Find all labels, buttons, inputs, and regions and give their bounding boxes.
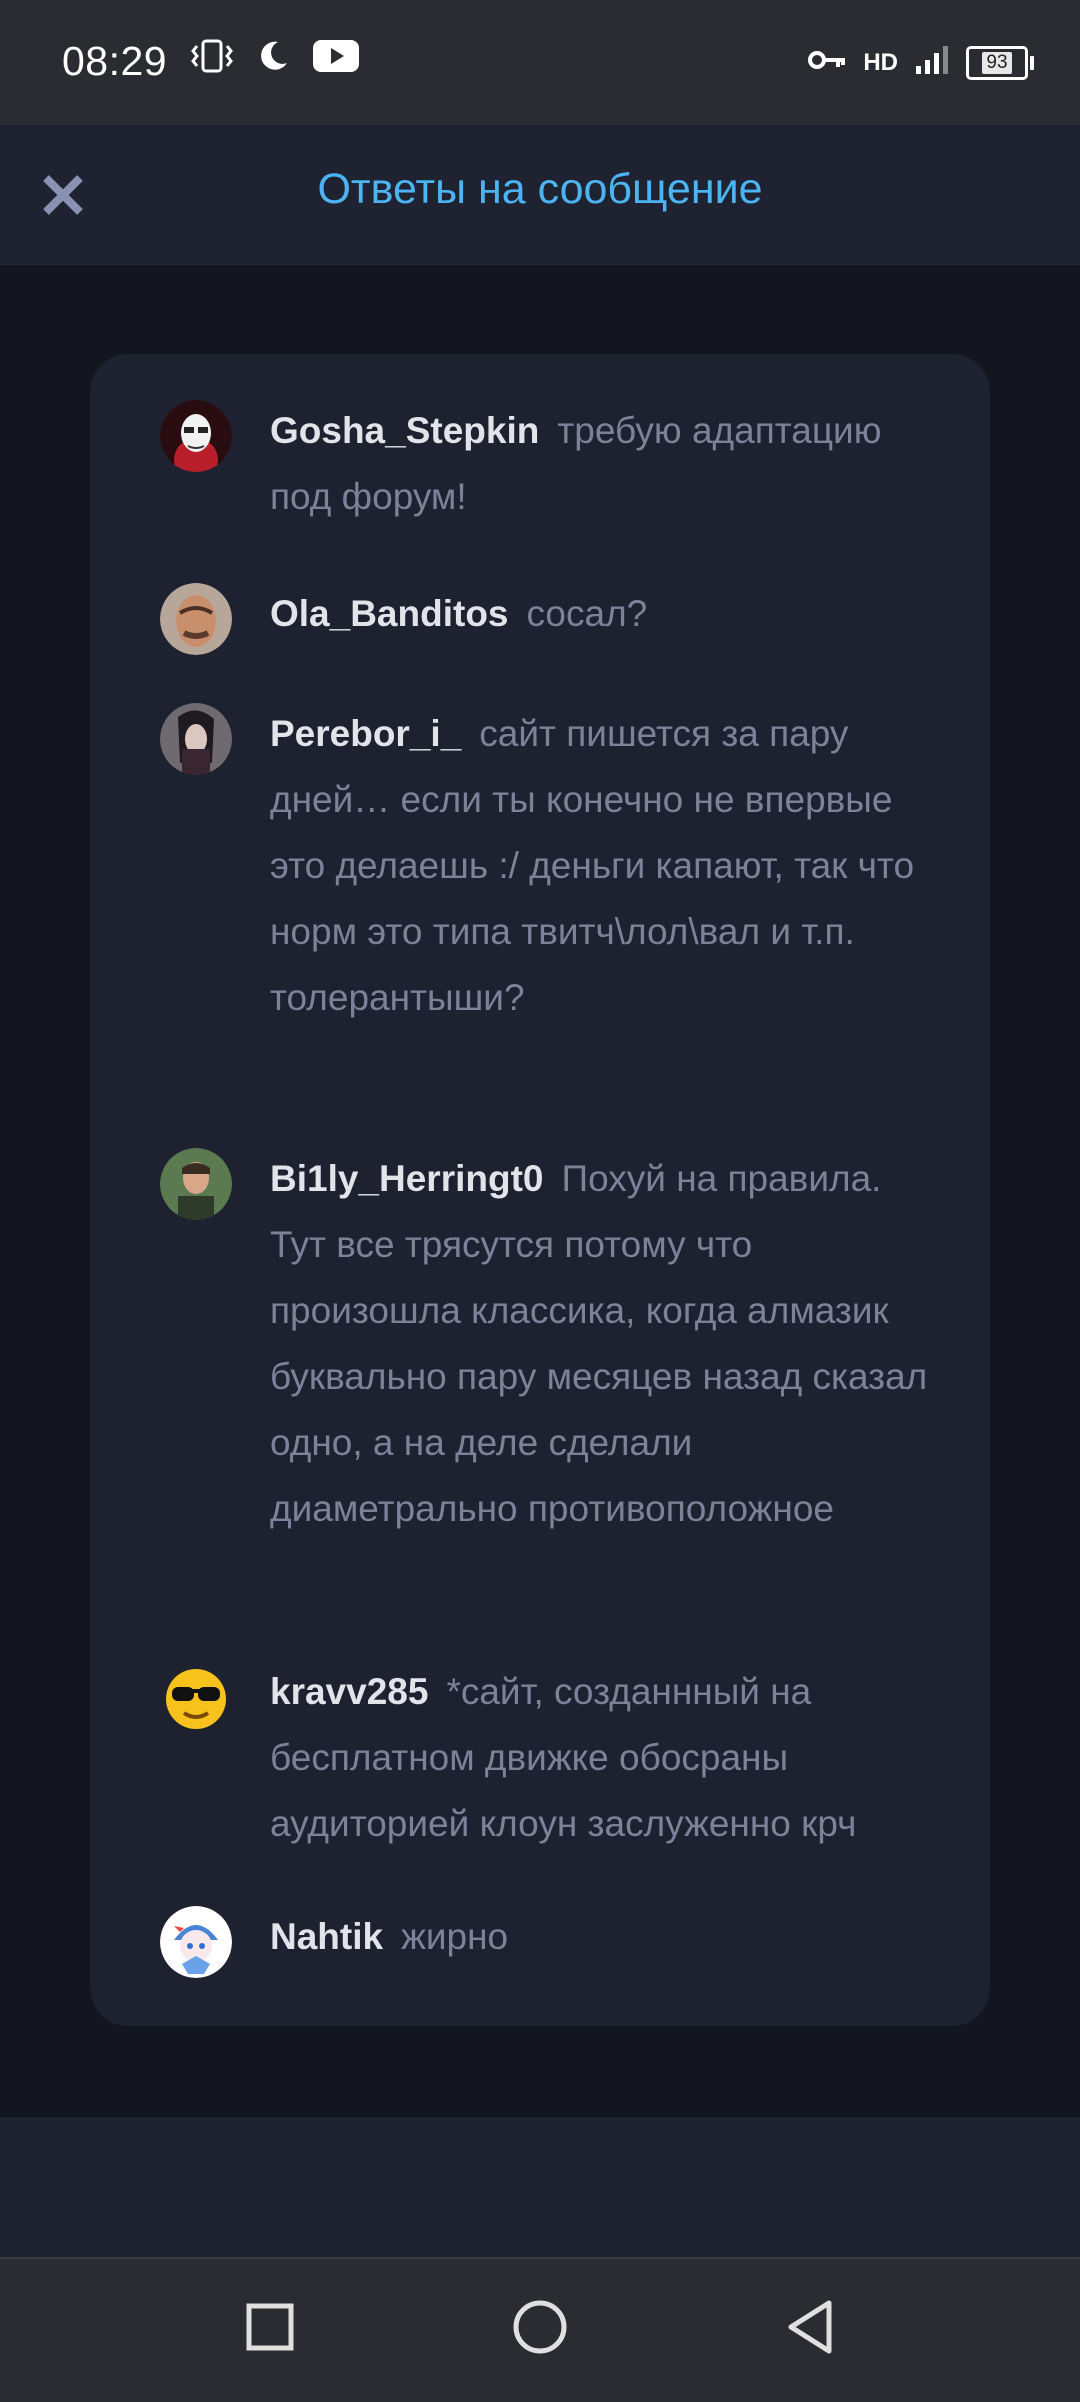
battery-level: 93 — [982, 51, 1012, 74]
home-button[interactable] — [508, 2295, 572, 2359]
network-type: HD — [863, 48, 898, 76]
home-icon — [513, 2300, 567, 2354]
reply-author[interactable]: Gosha_Stepkin — [270, 410, 539, 451]
avatar[interactable] — [160, 1148, 232, 1220]
reply-text: Perebor_i_ сайт пишется за пару дней… есл… — [270, 701, 930, 1031]
back-icon — [788, 2300, 832, 2354]
youtube-icon — [312, 39, 360, 78]
reply-author[interactable]: Bi1ly_Herringt0 — [270, 1158, 544, 1199]
reply-text: kravv285 *сайт, созданнный на бесплатном … — [270, 1659, 930, 1857]
recent-apps-icon — [246, 2303, 294, 2351]
reply-message: сайт пишется за пару дней… если ты конеч… — [270, 713, 915, 1018]
status-time: 08:29 — [62, 38, 168, 84]
avatar[interactable] — [160, 703, 232, 775]
moon-icon — [256, 39, 290, 78]
reply-message: жирно — [401, 1916, 509, 1957]
battery-icon: 93 — [966, 45, 1034, 80]
reply-text: Gosha_Stepkin требую адаптацию под форум! — [270, 398, 930, 530]
reply-message: сосал? — [526, 593, 648, 634]
key-icon — [807, 48, 847, 77]
lower-panel — [0, 2117, 1080, 2257]
avatar[interactable] — [160, 1906, 232, 1978]
reply-author[interactable]: kravv285 — [270, 1671, 428, 1712]
reply-author[interactable]: Perebor_i_ — [270, 713, 461, 754]
avatar[interactable] — [160, 400, 232, 472]
reply-author[interactable]: Nahtik — [270, 1916, 383, 1957]
reply-text: Ola_Banditos сосал? — [270, 581, 930, 647]
page-title: Ответы на сообщение — [317, 165, 763, 213]
signal-icon — [914, 44, 950, 81]
status-bar: 08:29 HD 93 — [0, 0, 1080, 125]
reply-text: Bi1ly_Herringt0 Похуй на правила. Тут все… — [270, 1146, 930, 1542]
recent-apps-button[interactable] — [238, 2295, 302, 2359]
reply-text: Nahtik жирно — [270, 1904, 930, 1970]
vibrate-icon — [190, 38, 234, 79]
reply-author[interactable]: Ola_Banditos — [270, 593, 509, 634]
avatar[interactable] — [160, 1661, 232, 1733]
back-button[interactable] — [778, 2295, 842, 2359]
avatar[interactable] — [160, 583, 232, 655]
reply-message: Похуй на правила. Тут все трясутся потом… — [270, 1158, 928, 1529]
